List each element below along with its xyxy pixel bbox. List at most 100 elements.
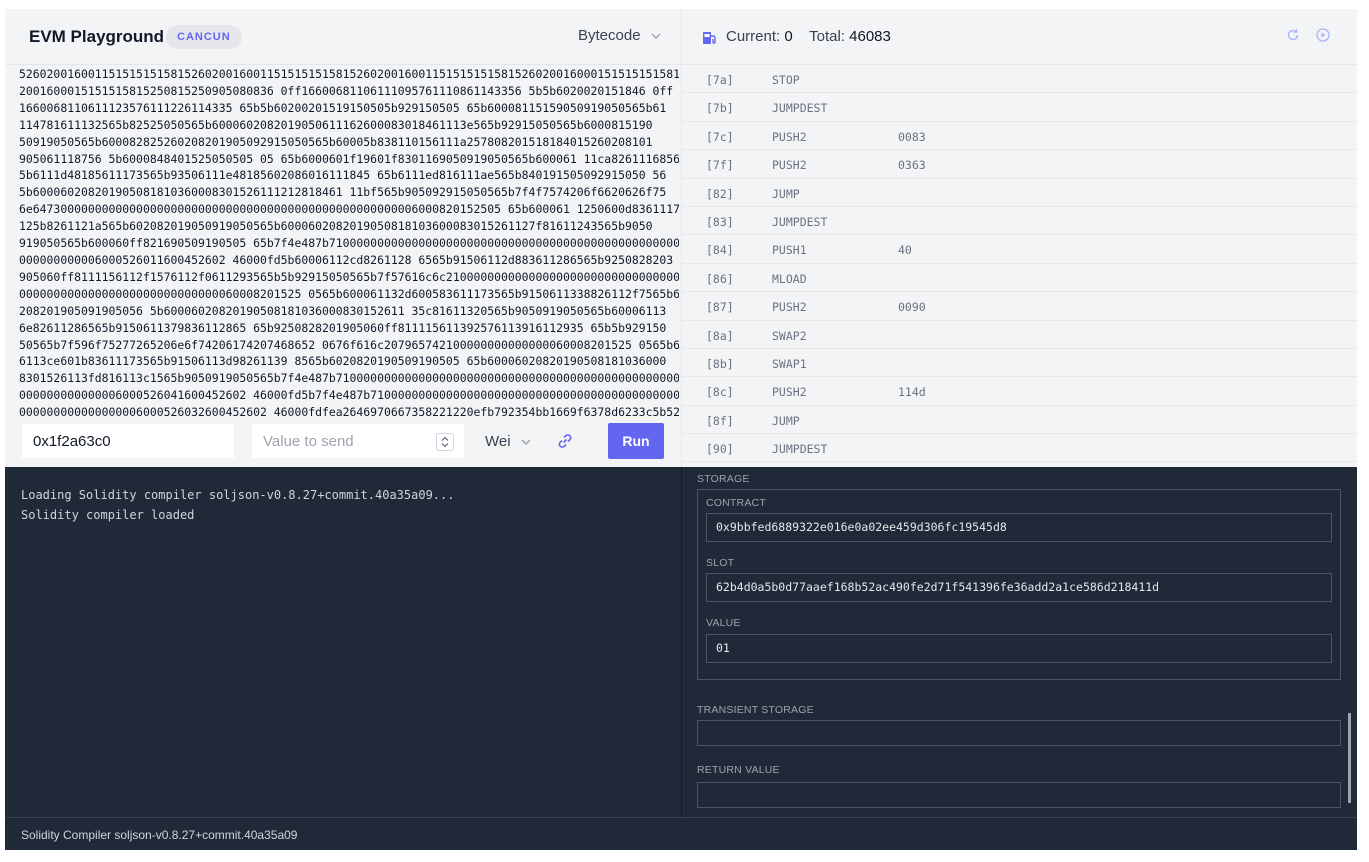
storage-box: CONTRACT 0x9bbfed6889322e016e0a02ee459d3…	[697, 489, 1341, 680]
opcode-row[interactable]: [7b] JUMPDEST	[682, 93, 1357, 122]
link-icon[interactable]	[556, 432, 574, 450]
opcode-pc: [7a]	[706, 73, 734, 87]
opcode-name: MLOAD	[772, 271, 807, 286]
opcode-arg: 0363	[898, 158, 926, 173]
opcode-pc: [84]	[706, 243, 734, 258]
opcode-name: SWAP2	[772, 328, 807, 343]
storage-scrollbar[interactable]	[1348, 713, 1351, 803]
opcode-name: JUMPDEST	[772, 214, 828, 229]
address-input[interactable]	[21, 423, 235, 459]
opcode-name: PUSH2	[772, 385, 807, 400]
mode-select[interactable]: Bytecode	[578, 27, 663, 44]
storage-section-label: STORAGE	[697, 473, 750, 485]
fork-badge[interactable]: CANCUN	[166, 25, 242, 49]
contract-field[interactable]: 0x9bbfed6889322e016e0a02ee459d306fc19545…	[706, 513, 1332, 542]
opcode-name: PUSH2	[772, 129, 807, 144]
play-icon[interactable]	[1315, 27, 1331, 43]
chevron-down-icon	[521, 438, 531, 445]
gas-pump-icon	[703, 32, 716, 44]
opcode-row[interactable]: [8f] JUMP	[682, 406, 1357, 435]
opcode-arg: 114d	[898, 385, 926, 400]
slot-field[interactable]: 62b4d0a5b0d77aaef168b52ac490fe2d71f54139…	[706, 573, 1332, 602]
value-input[interactable]	[251, 423, 465, 459]
opcode-row[interactable]: [83] JUMPDEST	[682, 207, 1357, 236]
opcode-pc: [7f]	[706, 158, 734, 173]
run-controls: Wei Run	[5, 416, 681, 466]
bytecode-line: 6e64730000000000000000000000000000000000…	[19, 202, 679, 217]
app-title: EVM Playground	[29, 27, 165, 46]
gas-total-label: Total:	[809, 28, 845, 45]
opcode-name: SWAP1	[772, 356, 807, 371]
app-frame: EVM Playground CANCUN Bytecode 526020016…	[5, 9, 1357, 850]
opcode-list: [7a] STOP [7b] JUMPDEST [7c] PUSH2 0083 [7f] PUS…	[682, 65, 1357, 463]
opcode-row[interactable]: [87] PUSH2 0090	[682, 292, 1357, 321]
opcode-panel: Current: 0 Total: 46083 [7a] STOP [7b] JUMP…	[681, 9, 1357, 467]
storage-panel: STORAGE CONTRACT 0x9bbfed6889322e016e0a0…	[681, 467, 1357, 817]
opcode-row[interactable]: [8a] SWAP2	[682, 321, 1357, 349]
opcode-name: PUSH1	[772, 243, 807, 258]
opcode-name: JUMPDEST	[772, 442, 828, 457]
stepper-icon	[441, 436, 449, 448]
opcode-row[interactable]: [86] MLOAD	[682, 264, 1357, 293]
bytecode-line: 905060ff8111156112f1576112f0611293565b5b…	[19, 269, 679, 284]
gas-counter: Current: 0 Total: 46083	[726, 28, 891, 45]
transient-storage-label: TRANSIENT STORAGE	[697, 704, 814, 716]
return-value-box[interactable]	[697, 782, 1341, 808]
opcode-row[interactable]: [7c] PUSH2 0083	[682, 122, 1357, 151]
gas-header: Current: 0 Total: 46083	[682, 9, 1357, 65]
slot-label: SLOT	[706, 557, 735, 569]
bytecode-editor[interactable]: 5260200160011515151515815260200160011515…	[19, 64, 679, 418]
value-stepper[interactable]	[436, 433, 454, 451]
bytecode-line: 0000000000000000000000000000006000820152…	[19, 286, 679, 301]
bytecode-line: 6113ce601b83611173565b91506113d98261139 …	[19, 354, 667, 369]
bytecode-line: 000000000000006000526041600452602 46000f…	[19, 388, 679, 403]
value-label: VALUE	[706, 617, 741, 629]
value-field[interactable]: 01	[706, 634, 1332, 663]
bytecode-line: 6e82611286565b9150611379836112865 65b925…	[19, 320, 667, 335]
bytecode-line: 1660068110611123576111226114335 65b5b602…	[19, 100, 667, 115]
run-button[interactable]: Run	[608, 423, 664, 459]
opcode-row[interactable]: [7f] PUSH2 0363	[682, 150, 1357, 179]
bytecode-line: 208201905091905056 5b6000602082019050818…	[19, 303, 667, 318]
opcode-pc: [8b]	[706, 356, 734, 371]
mode-select-label: Bytecode	[578, 27, 641, 44]
bytecode-line: 919050565b600060ff821690509190505 65b7f4…	[19, 236, 679, 251]
reset-icon[interactable]	[1285, 27, 1301, 43]
transient-storage-box[interactable]	[697, 720, 1341, 746]
bytecode-line: 125b8261121a565b602082019050919050565b60…	[19, 219, 653, 234]
bytecode-line: 50919050565b6000828252602082019050929150…	[19, 134, 653, 149]
opcode-row[interactable]: [84] PUSH1 40	[682, 235, 1357, 264]
opcode-arg: 40	[898, 243, 912, 258]
unit-select[interactable]: Wei	[485, 433, 533, 450]
opcode-arg: 0083	[898, 129, 926, 144]
opcode-pc: [87]	[706, 300, 734, 315]
opcode-name: PUSH2	[772, 158, 807, 173]
return-value-label: RETURN VALUE	[697, 764, 780, 776]
status-bar: Solidity Compiler soljson-v0.8.27+commit…	[5, 817, 1357, 850]
opcode-row[interactable]: [8b] SWAP1	[682, 349, 1357, 378]
bytecode-line: 000000000006000526011600452602 46000fd5b…	[19, 252, 674, 267]
opcode-name: JUMP	[772, 186, 800, 201]
opcode-pc: [7b]	[706, 101, 734, 116]
editor-panel: EVM Playground CANCUN Bytecode 526020016…	[5, 9, 681, 467]
opcode-arg: 0090	[898, 300, 926, 315]
opcode-pc: [90]	[706, 442, 734, 457]
gas-current-value: 0	[784, 28, 793, 45]
opcode-name: PUSH2	[772, 300, 807, 315]
console-line: Loading Solidity compiler soljson-v0.8.2…	[21, 488, 455, 502]
unit-select-label: Wei	[485, 433, 511, 450]
opcode-row[interactable]: [7a] STOP	[682, 65, 1357, 94]
bytecode-line: 5b6111d48185611173565b93506111e481856020…	[19, 168, 667, 183]
opcode-row[interactable]: [90] JUMPDEST	[682, 434, 1357, 463]
opcode-pc: [8a]	[706, 328, 734, 343]
opcode-row[interactable]: [8c] PUSH2 114d	[682, 377, 1357, 406]
opcode-name: JUMP	[772, 413, 800, 428]
bytecode-line: 114781611132565b82525050565b600060208201…	[19, 117, 653, 132]
opcode-pc: [83]	[706, 214, 734, 229]
gas-current-label: Current:	[726, 28, 781, 45]
opcode-row[interactable]: [82] JUMP	[682, 179, 1357, 207]
bytecode-line: 905061118756 5b6000848401525050505 05 65…	[19, 151, 679, 166]
bytecode-line: 5b60006020820190508181036000830152611121…	[19, 185, 667, 200]
opcode-pc: [82]	[706, 186, 734, 201]
bytecode-line: 2001600015151515815250815250905080836 0f…	[19, 83, 674, 98]
